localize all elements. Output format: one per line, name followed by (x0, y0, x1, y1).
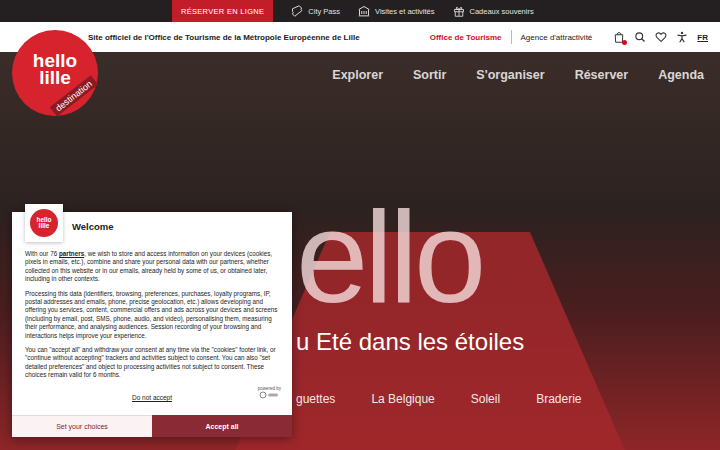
header-link[interactable]: Agence d'attractivité (521, 33, 593, 42)
nav-item[interactable]: Réserver (575, 68, 629, 82)
header-bar: Site officiel de l'Office de Tourisme de… (0, 22, 720, 52)
ticket-icon (291, 5, 303, 17)
nav-item[interactable]: Agenda (658, 68, 704, 82)
nav-item[interactable]: Explorer (332, 68, 383, 82)
consent-button[interactable]: Set your choices (12, 415, 152, 437)
top-bar-item[interactable]: RÉSERVER EN LIGNE (172, 0, 273, 22)
cart-button[interactable] (613, 31, 625, 43)
tagline: Site officiel de l'Office de Tourisme de… (88, 33, 360, 42)
gift-icon (453, 5, 465, 17)
header-link[interactable]: Office de Tourisme (430, 33, 502, 42)
partners-link[interactable]: partners (59, 250, 84, 257)
page: RÉSERVER EN LIGNE City Pass Visites et act… (0, 0, 720, 450)
hero-title: ello (296, 192, 720, 322)
nav-item[interactable]: Sortir (413, 68, 446, 82)
nav-item[interactable]: S'organiser (476, 68, 544, 82)
hero-tag[interactable]: Braderie (536, 392, 581, 406)
cart-badge (622, 40, 627, 45)
top-bar-item[interactable]: Cadeaux souvenirs (453, 0, 534, 22)
language-switch[interactable]: FR (697, 33, 708, 42)
consent-dialog: hellolilleWelcomeWith our 76 partners, w… (12, 212, 292, 437)
reject-link[interactable]: Do not accept (132, 394, 172, 401)
divider (511, 30, 512, 44)
consent-paragraph: With our 76 partners, we wish to store a… (25, 250, 281, 284)
top-bar-item[interactable]: Visites et activités (358, 0, 434, 22)
hero-tag[interactable]: guettes (296, 392, 335, 406)
site-logo[interactable]: hellolilledestination (12, 30, 98, 116)
consent-paragraph: Processing this data (identifiers, brows… (25, 290, 281, 340)
top-bar: RÉSERVER EN LIGNE City Pass Visites et act… (0, 0, 720, 22)
top-bar-item[interactable]: City Pass (291, 0, 340, 22)
building-icon (358, 5, 370, 17)
accessibility-icon[interactable] (676, 31, 688, 43)
search-icon[interactable] (634, 31, 646, 43)
consent-paragraph: You can "accept all" and withdraw your c… (25, 346, 281, 380)
heart-icon[interactable] (655, 31, 667, 43)
hero-tag[interactable]: La Belgique (371, 392, 434, 406)
hero-tag[interactable]: Soleil (471, 392, 500, 406)
consent-button[interactable]: Accept all (152, 415, 292, 437)
hero-subtitle: u Eté dans les étoiles (296, 328, 720, 356)
main-nav: Explorer Sortir S'organiser Réserver Agenda (0, 52, 720, 82)
provider-logo-icon (259, 391, 279, 399)
powered-by: powered by (258, 386, 281, 399)
consent-logo: hellolille (25, 204, 63, 242)
